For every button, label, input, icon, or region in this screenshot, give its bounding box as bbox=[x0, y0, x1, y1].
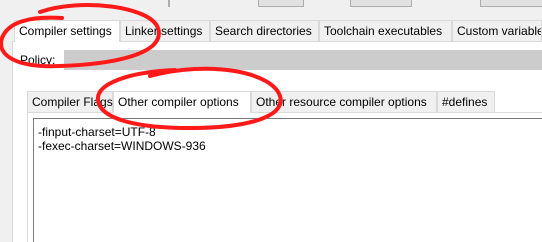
top-button[interactable] bbox=[258, 0, 304, 7]
tab-label: Custom variables bbox=[457, 24, 542, 38]
tab-compiler-flags[interactable]: Compiler Flags bbox=[27, 91, 113, 113]
other-options-textarea[interactable]: -finput-charset=UTF-8 -fexec-charset=WIN… bbox=[33, 118, 542, 242]
tab-label: Other compiler options bbox=[118, 95, 239, 109]
tab-label: Toolchain executables bbox=[324, 24, 443, 38]
tab-label: Other resource compiler options bbox=[256, 95, 427, 109]
tab-label: Compiler Flags bbox=[32, 95, 113, 109]
tab-linker-settings[interactable]: Linker settings bbox=[120, 20, 210, 42]
tab-label: Search directories bbox=[215, 24, 312, 38]
tab-other-compiler-options[interactable]: Other compiler options bbox=[113, 91, 251, 113]
top-button-strip bbox=[0, 0, 542, 8]
tab-toolchain-executables[interactable]: Toolchain executables bbox=[319, 20, 452, 42]
tab-search-directories[interactable]: Search directories bbox=[210, 20, 319, 42]
policy-select[interactable] bbox=[64, 50, 542, 70]
option-line: -fexec-charset=WINDOWS-936 bbox=[38, 139, 206, 153]
option-line: -finput-charset=UTF-8 bbox=[38, 125, 156, 139]
tab-label: #defines bbox=[442, 95, 488, 109]
top-button[interactable] bbox=[350, 0, 412, 7]
tab-label: Compiler settings bbox=[19, 24, 112, 38]
tab-other-resource-compiler-options[interactable]: Other resource compiler options bbox=[251, 91, 437, 113]
tab-custom-variables[interactable]: Custom variables bbox=[452, 20, 542, 42]
top-button[interactable] bbox=[480, 0, 542, 7]
tab-label: Linker settings bbox=[125, 24, 203, 38]
tab-compiler-settings[interactable]: Compiler settings bbox=[14, 20, 120, 42]
tab-defines[interactable]: #defines bbox=[437, 91, 495, 113]
top-button-edge bbox=[168, 0, 170, 7]
policy-label: Policy: bbox=[20, 53, 56, 67]
